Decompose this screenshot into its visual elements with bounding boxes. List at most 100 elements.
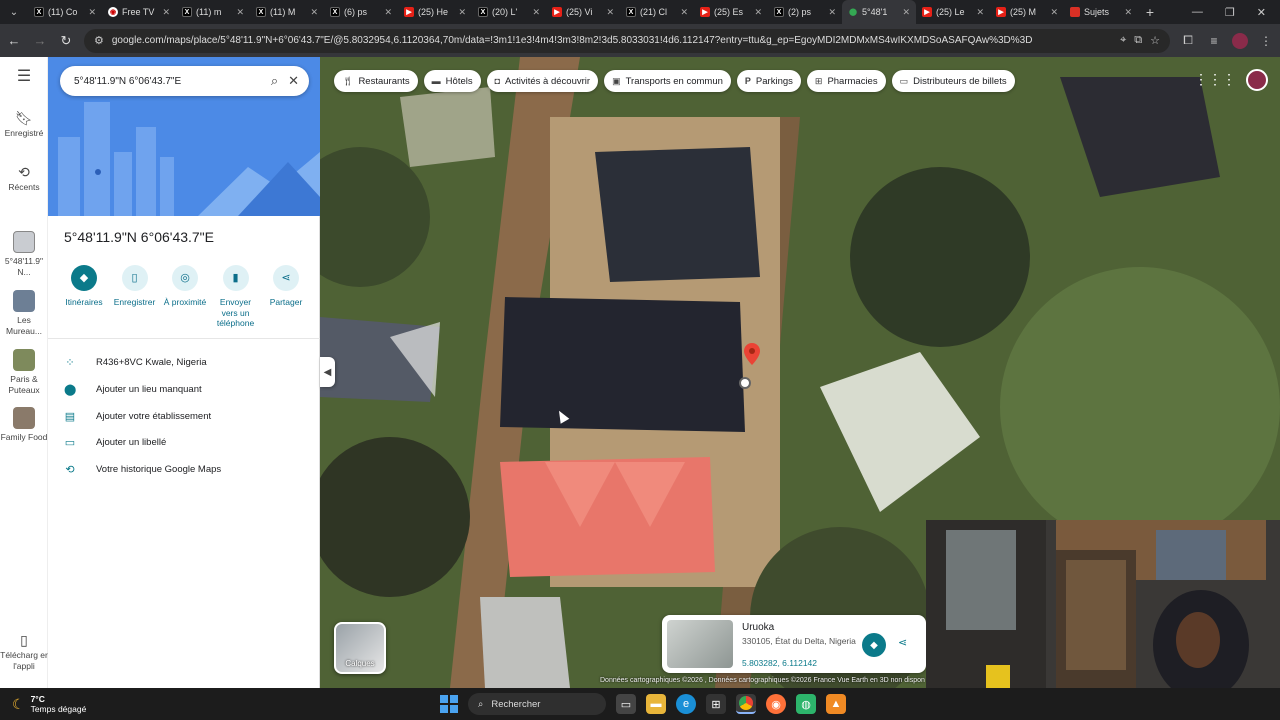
browser-menu-icon[interactable]: ⋮ — [1258, 34, 1274, 48]
collapse-panel-button[interactable]: ◀ — [320, 357, 335, 387]
rail-item-les-mureaux[interactable]: Les Mureau... — [0, 290, 48, 337]
close-tab-icon[interactable]: ✕ — [236, 7, 244, 18]
close-icon[interactable]: ✕ — [288, 73, 299, 89]
tab[interactable]: X (21) Cl ✕ — [620, 0, 694, 24]
close-tab-icon[interactable]: ✕ — [828, 7, 836, 18]
close-tab-icon[interactable]: ✕ — [88, 7, 96, 18]
search-input[interactable]: 5°48'11.9"N 6°06'43.7"E — [74, 76, 261, 87]
tab[interactable]: ▶ (25) M ✕ — [990, 0, 1064, 24]
restore-icon[interactable]: ❐ — [1225, 6, 1235, 19]
google-apps-icon[interactable]: ⋮⋮⋮ — [1194, 71, 1236, 88]
nearby-button[interactable]: ◎ À proximité — [161, 265, 209, 329]
plus-code-row[interactable]: ⁘ R436+8VC Kwale, Nigeria — [64, 356, 206, 369]
place-card-directions-icon[interactable]: ◆ — [862, 633, 886, 657]
tab[interactable]: ▶ (25) Vi ✕ — [546, 0, 620, 24]
windows-start-icon[interactable] — [440, 695, 458, 713]
chip-restaurants[interactable]: 🍴︎ Restaurants — [334, 70, 418, 92]
close-tab-icon[interactable]: ✕ — [458, 7, 466, 18]
close-tab-icon[interactable]: ✕ — [384, 7, 392, 18]
back-arrow-icon[interactable]: ← — [6, 33, 22, 48]
add-label-row[interactable]: ▭ Ajouter un libellé — [64, 436, 166, 449]
site-info-icon[interactable]: ⚙ — [94, 34, 104, 47]
app-icon[interactable]: ◍ — [796, 694, 816, 714]
maps-history-row[interactable]: ⟲ Votre historique Google Maps — [64, 463, 221, 476]
close-tab-icon[interactable]: ✕ — [976, 7, 984, 18]
bookmark-star-icon[interactable]: ☆ — [1150, 34, 1160, 47]
tab[interactable]: Sujets ✕ — [1064, 0, 1138, 24]
tab[interactable]: ◉ Free TV ✕ — [102, 0, 176, 24]
close-tab-icon[interactable]: ✕ — [606, 7, 614, 18]
rail-item-saved[interactable]: 🔖︎ Enregistré — [0, 111, 48, 139]
layers-button[interactable]: Calques — [334, 622, 386, 674]
account-avatar[interactable] — [1246, 69, 1268, 91]
minimize-icon[interactable]: — — [1192, 6, 1203, 19]
place-card-share-icon[interactable]: ⋖ — [898, 636, 907, 649]
edge-icon[interactable]: e — [676, 694, 696, 714]
forward-arrow-icon[interactable]: → — [32, 33, 48, 48]
send-to-phone-button[interactable]: ▮ Envoyer vers un téléphone — [212, 265, 260, 329]
tab[interactable]: ▶ (25) He ✕ — [398, 0, 472, 24]
tab[interactable]: X (20) L' ✕ — [472, 0, 546, 24]
chip-hotels[interactable]: ▬ Hôtels — [423, 70, 481, 92]
close-tab-icon[interactable]: ✕ — [162, 7, 170, 18]
tab-search-icon[interactable]: ⌄ — [0, 0, 28, 24]
taskbar-search[interactable]: ⌕ Rechercher — [468, 693, 606, 715]
reload-icon[interactable]: ↻ — [58, 33, 74, 49]
new-tab-button[interactable]: + — [1138, 4, 1162, 20]
search-box[interactable]: 5°48'11.9"N 6°06'43.7"E ⌕ ✕ — [60, 66, 309, 96]
location-icon[interactable]: ⌖ — [1120, 34, 1126, 47]
close-tab-icon[interactable]: ✕ — [902, 7, 910, 18]
tab-active[interactable]: ⬤ 5°48'1 ✕ — [842, 0, 916, 24]
search-icon[interactable]: ⌕ — [271, 73, 278, 89]
tab[interactable]: ▶ (25) Le ✕ — [916, 0, 990, 24]
share-button[interactable]: ⋖ Partager — [262, 265, 310, 329]
add-missing-place-row[interactable]: ⬤ Ajouter un lieu manquant — [64, 383, 202, 396]
install-app-icon[interactable]: ⧉ — [1134, 34, 1142, 47]
tab[interactable]: X (11) m ✕ — [176, 0, 250, 24]
chip-pharmacies[interactable]: ⊞ Pharmacies — [806, 70, 886, 92]
task-view-icon[interactable]: ▭ — [616, 694, 636, 714]
chrome-icon[interactable] — [736, 694, 756, 714]
save-button[interactable]: ▯ Enregistrer — [111, 265, 159, 329]
store-icon[interactable]: ⊞ — [706, 694, 726, 714]
tab[interactable]: X (2) ps ✕ — [768, 0, 842, 24]
close-tab-icon[interactable]: ✕ — [1050, 7, 1058, 18]
firefox-icon[interactable]: ◉ — [766, 694, 786, 714]
tab[interactable]: X (11) Co ✕ — [28, 0, 102, 24]
close-tab-icon[interactable]: ✕ — [1124, 7, 1132, 18]
rail-item-family-food[interactable]: Family Food — [0, 407, 48, 443]
close-tab-icon[interactable]: ✕ — [754, 7, 762, 18]
file-explorer-icon[interactable]: ▬ — [646, 694, 666, 714]
profile-avatar[interactable] — [1232, 32, 1248, 49]
menu-icon[interactable]: ☰ — [0, 69, 48, 86]
rail-item-paris-puteaux[interactable]: Paris & Puteaux — [0, 349, 48, 396]
location-pin-icon[interactable] — [744, 343, 760, 370]
vlc-icon[interactable]: ▲ — [826, 694, 846, 714]
tab[interactable]: X (11) M ✕ — [250, 0, 324, 24]
weather-widget[interactable]: ☾ 7°C Temps dégagé — [0, 694, 86, 714]
rail-item-recents[interactable]: ⟲ Récents — [0, 165, 48, 193]
tab-label: (20) L' — [492, 7, 518, 17]
directions-button[interactable]: ◆ Itinéraires — [60, 265, 108, 329]
close-window-icon[interactable]: ✕ — [1257, 6, 1266, 19]
close-tab-icon[interactable]: ✕ — [310, 7, 318, 18]
windows-taskbar: ☾ 7°C Temps dégagé ⌕ Rechercher ▭ ▬ e ⊞ … — [0, 688, 1280, 720]
chip-transit[interactable]: ▣ Transports en commun — [604, 70, 731, 92]
secondary-marker-icon[interactable] — [739, 377, 751, 389]
chip-atm[interactable]: ▭ Distributeurs de billets — [891, 70, 1015, 92]
add-business-row[interactable]: ▤ Ajouter votre établissement — [64, 410, 211, 423]
close-tab-icon[interactable]: ✕ — [680, 7, 688, 18]
rail-item-get-app[interactable]: ▯ Télécharg er l'appli — [0, 633, 48, 672]
chip-parking[interactable]: P Parkings — [736, 70, 801, 92]
place-card[interactable]: Uruoka 330105, État du Delta, Nigeria 5.… — [662, 615, 926, 673]
close-tab-icon[interactable]: ✕ — [532, 7, 540, 18]
chip-activities[interactable]: ◘ Activités à découvrir — [486, 70, 599, 92]
url-text: google.com/maps/place/5°48'11.9"N+6°06'4… — [111, 35, 1033, 46]
extensions-icon[interactable]: ⧠ — [1180, 33, 1196, 48]
address-bar[interactable]: ⚙ google.com/maps/place/5°48'11.9"N+6°06… — [84, 28, 1170, 53]
parking-icon: P — [744, 76, 751, 86]
rail-item-current-place[interactable]: 5°48'11.9" N... — [0, 231, 48, 278]
tab-groups-icon[interactable]: ≡ — [1206, 34, 1222, 48]
tab[interactable]: ▶ (25) Es ✕ — [694, 0, 768, 24]
tab[interactable]: X (6) ps ✕ — [324, 0, 398, 24]
